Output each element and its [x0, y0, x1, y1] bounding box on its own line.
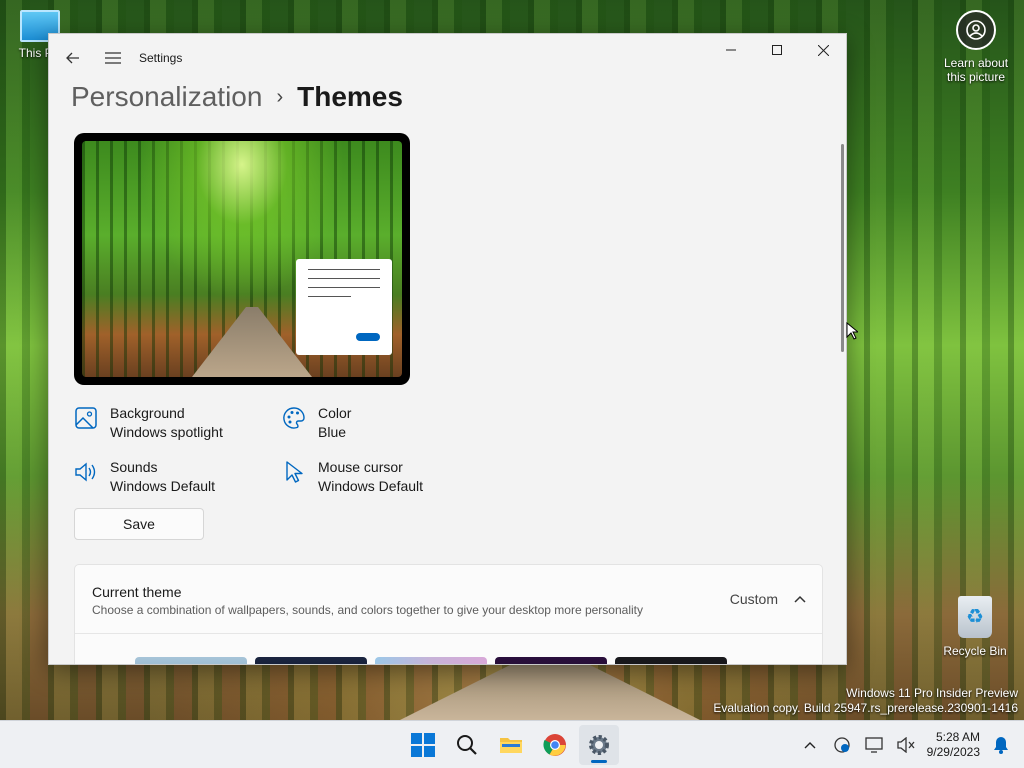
- minimize-icon: [726, 49, 736, 51]
- spotlight-icon: [956, 10, 996, 50]
- current-theme-card[interactable]: Current theme Choose a combination of wa…: [74, 564, 823, 664]
- color-value: Blue: [318, 424, 347, 440]
- back-button[interactable]: [53, 38, 93, 78]
- sounds-setting[interactable]: Sounds Windows Default: [74, 458, 215, 496]
- settings-window: Settings Personalization › Themes Backgr…: [48, 33, 847, 665]
- breadcrumb-personalization[interactable]: Personalization: [71, 81, 262, 113]
- search-icon: [457, 735, 477, 755]
- minimize-button[interactable]: [708, 34, 754, 66]
- clock[interactable]: 5:28 AM 9/29/2023: [927, 730, 980, 760]
- watermark-line-1: Windows 11 Pro Insider Preview: [846, 686, 1018, 700]
- back-arrow-icon: [66, 52, 79, 64]
- sounds-label: Sounds: [110, 459, 158, 475]
- vertical-scrollbar[interactable]: [841, 144, 844, 352]
- watermark-line-2: Evaluation copy. Build 25947.rs_prerelea…: [713, 701, 1018, 715]
- current-theme-value: Custom: [729, 591, 778, 607]
- app-title: Settings: [139, 51, 183, 65]
- nav-menu-button[interactable]: [93, 38, 133, 78]
- page-title: Themes: [297, 81, 403, 112]
- preview-sample-window: [296, 259, 392, 355]
- card-divider: [75, 633, 822, 634]
- sounds-value: Windows Default: [110, 478, 216, 494]
- cursor-label: Mouse cursor: [318, 459, 403, 475]
- title-bar[interactable]: Settings: [49, 34, 846, 82]
- close-button[interactable]: [800, 34, 846, 66]
- recycle-bin-icon: [958, 596, 992, 638]
- current-theme-description: Choose a combination of wallpapers, soun…: [92, 603, 643, 617]
- close-icon: [817, 44, 829, 56]
- preview-path-shape: [192, 307, 312, 377]
- hamburger-icon: [105, 52, 121, 64]
- theme-thumbnail[interactable]: [255, 657, 367, 664]
- theme-thumbnail[interactable]: [135, 657, 247, 664]
- file-explorer-button[interactable]: [491, 725, 531, 765]
- breadcrumb: Personalization › Themes: [71, 81, 403, 113]
- theme-preview: [74, 133, 410, 385]
- start-button[interactable]: [403, 725, 443, 765]
- display-icon[interactable]: [863, 734, 885, 756]
- maximize-button[interactable]: [754, 34, 800, 66]
- system-tray: 5:28 AM 9/29/2023: [799, 721, 1024, 768]
- clock-time: 5:28 AM: [935, 730, 980, 744]
- theme-thumbnail[interactable]: [615, 657, 727, 664]
- recycle-bin-label: Recycle Bin: [943, 644, 1007, 658]
- preview-wallpaper: [82, 141, 402, 377]
- speaker-icon: [74, 460, 98, 484]
- learn-about-picture[interactable]: Learn about this picture: [938, 10, 1014, 84]
- cursor-icon: [282, 460, 306, 484]
- background-setting[interactable]: Background Windows spotlight: [74, 404, 223, 442]
- chrome-icon: [543, 734, 566, 756]
- chevron-up-icon[interactable]: [799, 734, 821, 756]
- breadcrumb-chevron-icon: ›: [276, 85, 284, 108]
- theme-thumbnails: [135, 657, 727, 664]
- palette-icon: [282, 406, 306, 430]
- recycle-bin-shortcut[interactable]: Recycle Bin: [940, 596, 1010, 658]
- windows-logo-icon: [411, 733, 435, 757]
- theme-thumbnail[interactable]: [375, 657, 487, 664]
- clock-date: 9/29/2023: [926, 745, 980, 759]
- search-button[interactable]: [447, 725, 487, 765]
- chevron-up-icon[interactable]: [794, 595, 806, 603]
- notification-bell-icon[interactable]: [990, 734, 1012, 756]
- volume-muted-icon[interactable]: [895, 734, 917, 756]
- settings-taskbar-button[interactable]: [579, 725, 619, 765]
- taskbar: 5:28 AM 9/29/2023: [0, 720, 1024, 768]
- save-button[interactable]: Save: [74, 508, 204, 540]
- evaluation-watermark: Windows 11 Pro Insider Preview Evaluatio…: [713, 686, 1018, 716]
- picture-icon: [74, 406, 98, 430]
- background-value: Windows spotlight: [110, 424, 223, 440]
- settings-gear-icon: [589, 735, 609, 755]
- theme-thumbnail[interactable]: [495, 657, 607, 664]
- preview-accent-button: [356, 333, 380, 341]
- cursor-value: Windows Default: [318, 478, 424, 494]
- learn-label: Learn about this picture: [943, 56, 1009, 84]
- chrome-button[interactable]: [535, 725, 575, 765]
- current-theme-title: Current theme: [92, 584, 182, 600]
- mouse-pointer-icon: [846, 322, 858, 340]
- color-label: Color: [318, 405, 352, 421]
- color-setting[interactable]: Color Blue: [282, 404, 351, 442]
- network-info-icon[interactable]: [831, 734, 853, 756]
- folder-icon: [500, 738, 522, 753]
- mouse-cursor-setting[interactable]: Mouse cursor Windows Default: [282, 458, 423, 496]
- background-label: Background: [110, 405, 185, 421]
- maximize-icon: [772, 45, 782, 55]
